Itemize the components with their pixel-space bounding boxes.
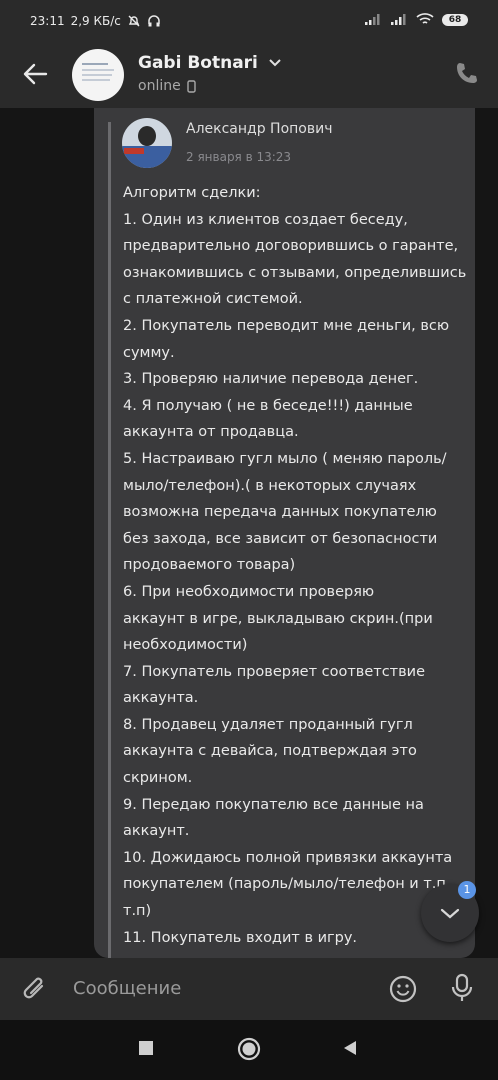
message-line: 1. Один из клиентов создает беседу, [123, 211, 408, 228]
message-line: предварительно договорившись о гаранте, [123, 238, 459, 255]
message-line: 5. Настраиваю гугл мыло ( меняю пароль/ [123, 450, 447, 467]
signal-icon [365, 13, 380, 25]
battery-indicator: 68 [442, 13, 468, 26]
contact-name[interactable]: Gabi Botnari [138, 53, 282, 73]
nav-circle-icon[interactable] [236, 1036, 262, 1062]
status-time: 23:11 [30, 14, 65, 28]
message-line: аккаунта от продавца. [123, 424, 299, 441]
message-line: аккаунта с девайса, подтверждая это [123, 743, 417, 760]
wifi-icon [416, 13, 434, 24]
message-line: аккаунта. [123, 690, 199, 707]
system-nav-bar [0, 1020, 498, 1080]
message-input-bar: Сообщение [0, 958, 498, 1020]
status-right: 68 [364, 13, 468, 26]
message-line: аккаунт в игре, выкладываю скрин.(при [123, 610, 433, 627]
message-input[interactable]: Сообщение [73, 978, 181, 999]
mute-bell-icon [128, 15, 140, 27]
online-status: online [138, 78, 181, 94]
message-line: т.п) [123, 903, 152, 920]
nav-square-icon[interactable] [137, 1038, 155, 1058]
message-line: 9. Передаю покупателю все данные на [123, 796, 424, 813]
forwarded-author-avatar[interactable] [122, 118, 172, 168]
message-line: без захода, все зависит от безопасности [123, 530, 438, 547]
message-line: 10. Дожидаюсь полной привязки аккаунта [123, 849, 453, 866]
message-line: 7. Покупатель проверяет соответствие [123, 663, 426, 680]
message-line: 11. Покупатель входит в игру. [123, 929, 358, 946]
contact-name-text: Gabi Botnari [138, 53, 258, 73]
contact-status: online [138, 78, 196, 94]
nav-triangle-icon[interactable] [341, 1038, 359, 1058]
message-line: продоваемого товара) [123, 557, 296, 574]
forwarded-date: 2 января в 13:23 [186, 150, 292, 164]
mobile-icon [187, 79, 196, 93]
status-left: 23:11 2,9 КБ/с [30, 14, 161, 28]
message-text: Алгоритм сделки: 1. Один из клиентов созд… [123, 180, 467, 951]
unread-badge: 1 [458, 881, 476, 899]
message-line: 2. Покупатель переводит мне деньги, всю [123, 317, 450, 334]
message-line: Алгоритм сделки: [123, 185, 261, 201]
message-line: 6. При необходимости проверяю [123, 583, 375, 600]
paperclip-icon[interactable] [22, 974, 50, 1004]
message-line: 8. Продавец удаляет проданный гугл [123, 716, 413, 733]
chevron-down-icon[interactable] [268, 58, 282, 68]
message-line: 3. Проверяю наличие перевода денег. [123, 371, 419, 388]
signal-icon-2 [391, 13, 406, 25]
headphones-icon [148, 15, 160, 27]
emoji-icon[interactable] [388, 974, 418, 1004]
microphone-icon[interactable] [448, 972, 476, 1004]
avatar[interactable] [72, 49, 124, 101]
status-bar: 23:11 2,9 КБ/с 68 [0, 0, 498, 44]
chat-header: Gabi Botnari online [0, 44, 498, 108]
message-line: возможна передача данных покупателю [123, 504, 437, 521]
status-speed: 2,9 КБ/с [70, 14, 121, 28]
phone-icon[interactable] [454, 60, 480, 86]
forwarded-author-name[interactable]: Александр Попович [186, 121, 332, 137]
message-bubble[interactable]: Александр Попович 2 января в 13:23 Алгор… [94, 108, 475, 958]
forward-quote-bar [108, 122, 111, 958]
back-arrow-icon[interactable] [22, 61, 48, 87]
message-line: 4. Я получаю ( не в беседе!!!) данные [123, 397, 413, 414]
message-line: сумму. [123, 344, 175, 361]
message-line: необходимости) [123, 637, 248, 654]
message-line: скрином. [123, 770, 193, 787]
message-line: ознакомившись с отзывами, определившись [123, 264, 467, 281]
message-line: мыло/телефон).( в некоторых случаях [123, 477, 417, 494]
message-line: покупателем (пароль/мыло/телефон и т.п [123, 876, 446, 893]
message-line: аккаунт. [123, 823, 190, 840]
message-line: с платежной системой. [123, 291, 303, 308]
